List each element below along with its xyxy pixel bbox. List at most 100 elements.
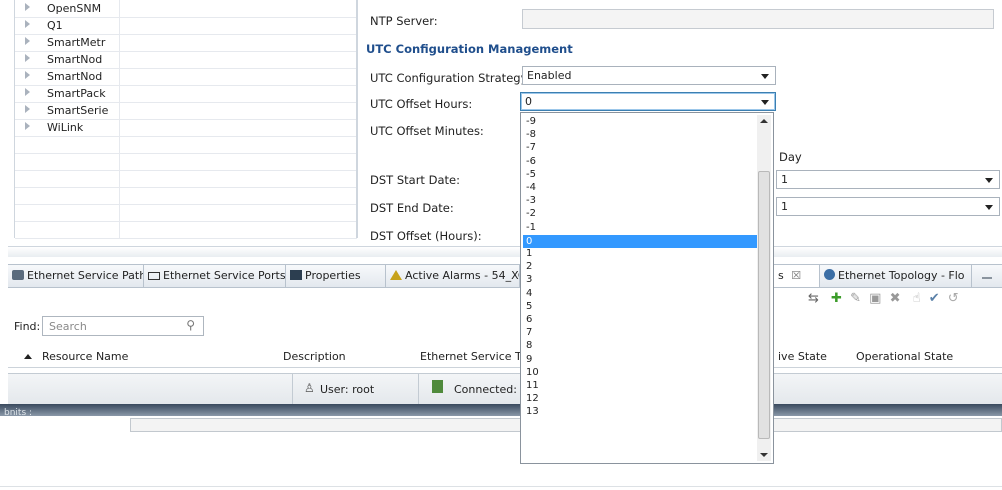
close-icon[interactable]: ☒: [791, 269, 801, 282]
tree-cell: [15, 136, 120, 153]
properties-icon: [290, 270, 302, 280]
tree-item[interactable]: SmartMetr: [15, 34, 357, 52]
dropdown-option[interactable]: 12: [523, 393, 757, 404]
tree-item[interactable]: SmartNod: [15, 68, 357, 86]
add-icon[interactable]: ✚: [831, 291, 842, 306]
dropdown-option[interactable]: 9: [523, 354, 757, 365]
dropdown-option[interactable]: 5: [523, 301, 757, 312]
panel-divider: [356, 0, 357, 238]
expand-triangle-icon[interactable]: [25, 37, 30, 45]
utc-strategy-select[interactable]: Enabled: [522, 66, 776, 85]
tab-ethernet-topology[interactable]: Ethernet Topology - Flo: [820, 265, 972, 287]
dropdown-option[interactable]: -7: [523, 142, 757, 153]
tree-item-label: OpenSNM: [47, 2, 102, 15]
tree-cell: SmartMetr: [15, 34, 120, 51]
dropdown-option[interactable]: -6: [523, 156, 757, 167]
utc-strategy-label: UTC Configuration Strategy:: [370, 71, 531, 85]
dropdown-option[interactable]: -1: [523, 222, 757, 233]
tab-ethernet-service-path[interactable]: Ethernet Service Path: [8, 265, 144, 287]
utc-strategy-value: Enabled: [527, 69, 572, 82]
edit-icon[interactable]: ✎: [850, 291, 861, 306]
scroll-up-icon[interactable]: [760, 119, 768, 123]
tree-item[interactable]: SmartPack: [15, 85, 357, 103]
column-header-admin-state[interactable]: ive State: [778, 350, 827, 363]
scroll-down-icon[interactable]: [760, 453, 768, 457]
chevron-down-icon: [985, 178, 993, 183]
dst-offset-label: DST Offset (Hours):: [370, 229, 482, 243]
find-bar: Find: Search ⚲: [8, 312, 1002, 342]
search-input[interactable]: Search ⚲: [42, 316, 204, 336]
tree-cell: [15, 187, 120, 204]
view-menu-button[interactable]: [972, 265, 1002, 287]
column-header-operational-state[interactable]: Operational State: [856, 350, 953, 363]
tree-cell: SmartPack: [15, 85, 120, 102]
thumbs-up-icon[interactable]: ☝: [913, 291, 921, 306]
tree-empty-row: [15, 153, 357, 171]
expand-triangle-icon[interactable]: [25, 54, 30, 62]
tree-cell: OpenSNM: [15, 0, 120, 17]
column-header-description[interactable]: Description: [283, 350, 346, 363]
utc-offset-hours-select[interactable]: 0: [520, 92, 776, 111]
dropdown-scrollbar[interactable]: [757, 115, 771, 461]
tree-cell: SmartSerie: [15, 102, 120, 119]
dropdown-option[interactable]: 8: [523, 340, 757, 351]
tab-active-alarms[interactable]: Active Alarms - 54_XC: [386, 265, 520, 287]
dropdown-option[interactable]: 6: [523, 314, 757, 325]
dropdown-option[interactable]: 13: [523, 406, 757, 417]
port-arrow-icon: [148, 272, 160, 280]
undo-icon[interactable]: ↺: [948, 291, 959, 306]
tab-properties[interactable]: Properties: [286, 265, 386, 287]
tree-item-label: SmartNod: [47, 70, 103, 83]
ntp-server-field[interactable]: [522, 9, 994, 29]
dropdown-option[interactable]: -2: [523, 208, 757, 219]
dropdown-option[interactable]: -3: [523, 195, 757, 206]
dropdown-option[interactable]: 10: [523, 367, 757, 378]
dropdown-option[interactable]: -4: [523, 182, 757, 193]
chevron-down-icon: [761, 74, 769, 79]
tree-item[interactable]: OpenSNM: [15, 0, 357, 18]
tab-label: Properties: [305, 269, 361, 282]
ntp-server-label: NTP Server:: [370, 14, 438, 28]
save-icon[interactable]: ▣: [869, 291, 881, 306]
sort-ascending-icon[interactable]: [24, 354, 32, 359]
dst-start-day-select[interactable]: 1: [776, 170, 1000, 189]
partial-label: bnits :: [4, 408, 33, 418]
dropdown-option[interactable]: 2: [523, 261, 757, 272]
alarm-icon: [390, 270, 402, 280]
utc-offset-hours-dropdown[interactable]: -9 -8 -7 -6 -5 -4 -3 -2 -1 0 1 2 3 4 5 6 7 8 9 10 11 12 13: [520, 112, 774, 464]
expand-triangle-icon[interactable]: [25, 71, 30, 79]
expand-triangle-icon[interactable]: [25, 3, 30, 11]
dropdown-option[interactable]: -8: [523, 129, 757, 140]
delete-icon[interactable]: ✖: [890, 291, 901, 306]
tree-item[interactable]: SmartSerie: [15, 102, 357, 120]
tree-cell: [15, 170, 120, 187]
refresh-icon[interactable]: ⇆: [808, 291, 819, 306]
check-icon[interactable]: ✔: [929, 291, 940, 306]
tree-cell: SmartNod: [15, 51, 120, 68]
expand-triangle-icon[interactable]: [25, 20, 30, 28]
tree-item[interactable]: SmartNod: [15, 51, 357, 69]
expand-triangle-icon[interactable]: [25, 105, 30, 113]
dst-end-day-select[interactable]: 1: [776, 197, 1000, 216]
scrollbar-thumb[interactable]: [758, 171, 770, 439]
network-icon: [12, 270, 24, 280]
tree-empty-row: [15, 136, 357, 154]
dropdown-option[interactable]: 4: [523, 288, 757, 299]
dropdown-option[interactable]: 0: [523, 234, 757, 248]
tree-item[interactable]: Q1: [15, 17, 357, 35]
dropdown-option[interactable]: -9: [523, 116, 757, 127]
utc-offset-hours-value: 0: [525, 95, 532, 108]
expand-triangle-icon[interactable]: [25, 88, 30, 96]
dropdown-option[interactable]: 1: [523, 248, 757, 259]
tab-label: Active Alarms - 54_XC: [405, 269, 520, 282]
tree-item[interactable]: WiLink: [15, 119, 357, 137]
dropdown-option[interactable]: 3: [523, 274, 757, 285]
column-header-resource-name[interactable]: Resource Name: [42, 350, 128, 363]
tab-ethernet-service-ports[interactable]: Ethernet Service Ports: [144, 265, 286, 287]
dropdown-option[interactable]: 7: [523, 327, 757, 338]
expand-triangle-icon[interactable]: [25, 122, 30, 130]
dropdown-option[interactable]: 11: [523, 380, 757, 391]
column-header-ethernet-service-type[interactable]: Ethernet Service Typ: [420, 350, 534, 363]
dropdown-option[interactable]: -5: [523, 169, 757, 180]
tab-label: Ethernet Service Ports: [163, 269, 286, 282]
